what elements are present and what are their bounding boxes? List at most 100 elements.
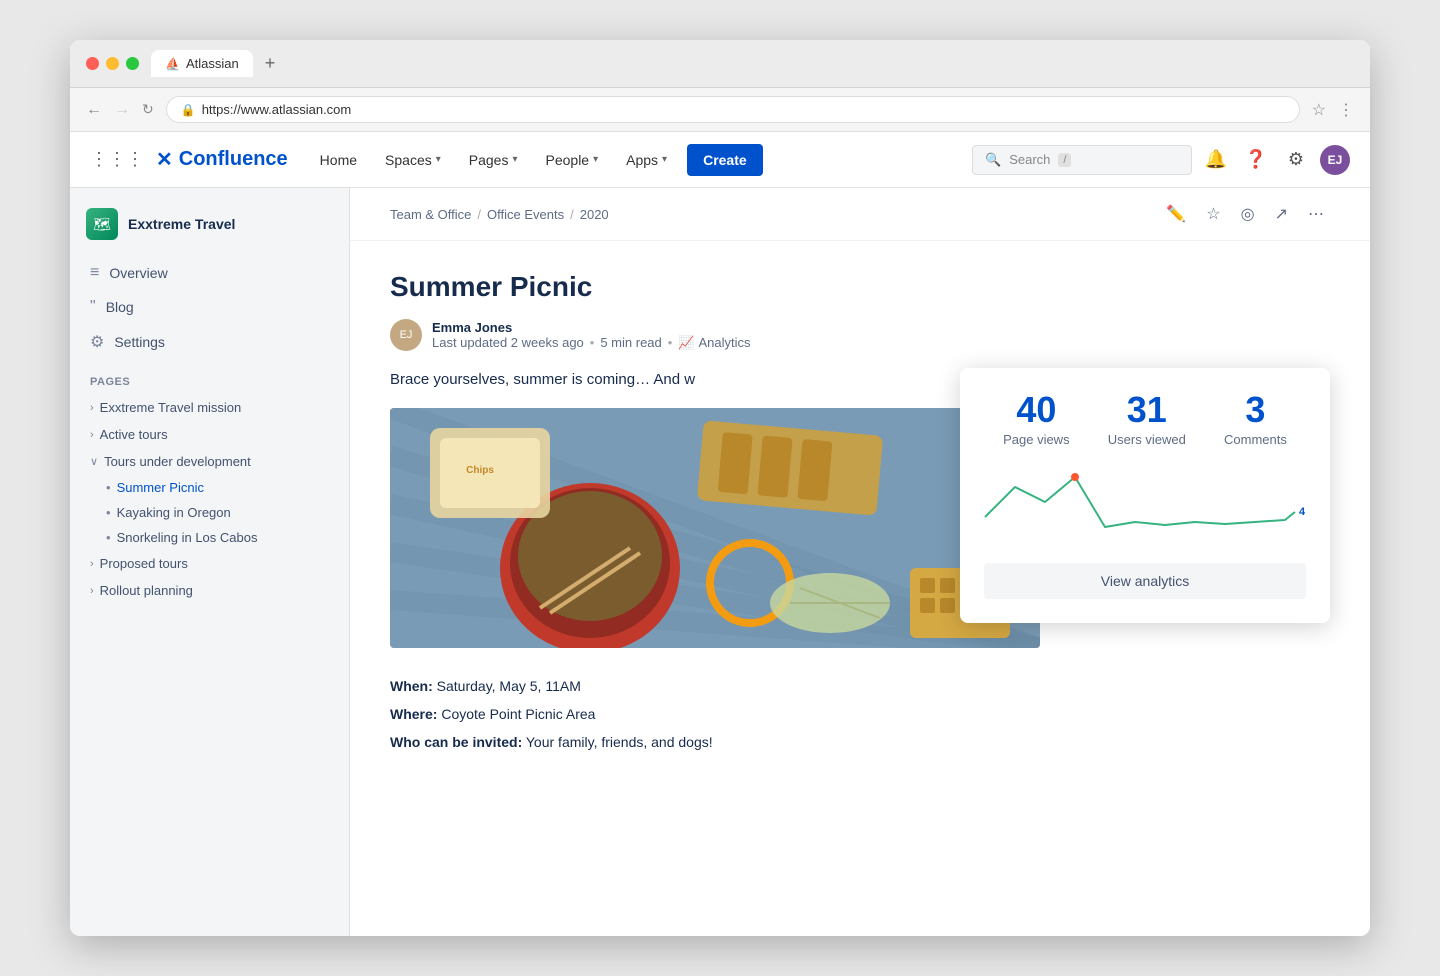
spaces-chevron-icon: ▾ <box>436 154 441 165</box>
nav-item-pages[interactable]: Pages ▾ <box>457 144 530 176</box>
share-button[interactable]: ↗ <box>1269 200 1294 228</box>
grid-icon[interactable]: ⋮⋮⋮ <box>90 149 144 170</box>
page-toolbar: Team & Office / Office Events / 2020 ✏️ … <box>350 188 1370 241</box>
breadcrumb-sep-1: / <box>477 207 481 222</box>
view-analytics-button[interactable]: View analytics <box>984 563 1306 599</box>
expand-under-dev-icon: ∨ <box>90 455 98 468</box>
settings-icon: ⚙ <box>90 332 104 352</box>
lock-icon: 🔒 <box>181 103 196 117</box>
sidebar-nav: ≡ Overview " Blog ⚙ Settings <box>70 256 349 360</box>
browser-more-button[interactable]: ⋮ <box>1338 100 1354 120</box>
breadcrumb: Team & Office / Office Events / 2020 <box>390 207 609 222</box>
when-label: When: <box>390 678 433 694</box>
sub-bullet-icon <box>106 530 111 545</box>
breadcrumb-office-events[interactable]: Office Events <box>487 207 564 222</box>
url-bar[interactable]: 🔒 https://www.atlassian.com <box>166 96 1300 123</box>
watch-button[interactable]: ◎ <box>1235 200 1261 228</box>
sub-page-snorkeling[interactable]: Snorkeling in Los Cabos <box>70 525 349 550</box>
people-chevron-icon: ▾ <box>593 154 598 165</box>
back-button[interactable]: ← <box>86 101 102 119</box>
stat-page-views: 40 Page views <box>1003 392 1069 447</box>
who-value: Your family, friends, and dogs! <box>526 734 713 750</box>
nav-item-apps[interactable]: Apps ▾ <box>614 144 679 176</box>
sub-page-label: Snorkeling in Los Cabos <box>117 530 258 545</box>
user-avatar[interactable]: EJ <box>1320 145 1350 175</box>
page-label: Rollout planning <box>100 583 193 598</box>
read-time: 5 min read <box>600 335 661 350</box>
page-tree-item-rollout[interactable]: Rollout planning <box>70 577 349 604</box>
meta-sep-1: • <box>590 335 595 350</box>
author-avatar: EJ <box>390 319 422 351</box>
stat-users-viewed: 31 Users viewed <box>1108 392 1186 447</box>
svg-text:Chips: Chips <box>466 465 494 476</box>
search-placeholder: Search <box>1009 152 1050 167</box>
breadcrumb-2020[interactable]: 2020 <box>580 207 609 222</box>
url-text: https://www.atlassian.com <box>202 102 352 117</box>
search-icon: 🔍 <box>985 152 1001 168</box>
settings-button[interactable]: ⚙ <box>1280 144 1312 176</box>
analytics-link[interactable]: 📈 Analytics <box>678 335 750 351</box>
active-tab[interactable]: ⛵ Atlassian <box>151 50 253 77</box>
sub-page-label: Kayaking in Oregon <box>117 505 231 520</box>
nav-item-home[interactable]: Home <box>308 144 369 176</box>
users-viewed-number: 31 <box>1108 392 1186 428</box>
sidebar-item-overview[interactable]: ≡ Overview <box>70 256 349 290</box>
space-header: 🗺 Exxtreme Travel <box>70 208 349 256</box>
analytics-popup: 40 Page views 31 Users viewed 3 Comments <box>960 368 1330 623</box>
forward-button[interactable]: → <box>114 101 130 119</box>
address-bar: ← → ↻ 🔒 https://www.atlassian.com ☆ ⋮ <box>70 88 1370 132</box>
breadcrumb-team-office[interactable]: Team & Office <box>390 207 471 222</box>
comments-number: 3 <box>1224 392 1287 428</box>
bookmark-button[interactable]: ☆ <box>1312 100 1326 120</box>
main-layout: 🗺 Exxtreme Travel ≡ Overview " Blog ⚙ Se… <box>70 188 1370 936</box>
more-actions-button[interactable]: ⋯ <box>1302 200 1330 228</box>
page-tree-item-proposed[interactable]: Proposed tours <box>70 550 349 577</box>
author-meta: Last updated 2 weeks ago • 5 min read • … <box>432 335 751 351</box>
last-updated: Last updated 2 weeks ago <box>432 335 584 350</box>
new-tab-button[interactable]: + <box>261 53 280 74</box>
svg-text:4: 4 <box>1299 506 1306 518</box>
reload-button[interactable]: ↻ <box>142 101 154 118</box>
page-tree-item-mission[interactable]: Exxtreme Travel mission <box>70 394 349 421</box>
settings-label: Settings <box>114 334 165 350</box>
notifications-button[interactable]: 🔔 <box>1200 144 1232 176</box>
nav-item-people[interactable]: People ▾ <box>534 144 611 176</box>
page-tree-item-under-dev[interactable]: ∨ Tours under development <box>70 448 349 475</box>
create-button[interactable]: Create <box>687 144 763 176</box>
edit-button[interactable]: ✏️ <box>1160 200 1192 228</box>
sub-page-kayaking[interactable]: Kayaking in Oregon <box>70 500 349 525</box>
page-title: Summer Picnic <box>390 271 1170 303</box>
atlassian-tab-icon: ⛵ <box>165 57 180 71</box>
close-button[interactable] <box>86 57 99 70</box>
sidebar-item-blog[interactable]: " Blog <box>70 290 349 324</box>
content-area: Team & Office / Office Events / 2020 ✏️ … <box>350 188 1370 936</box>
confluence-logo[interactable]: ✕ Confluence <box>156 147 288 172</box>
star-button[interactable]: ☆ <box>1200 200 1226 228</box>
nav-item-spaces[interactable]: Spaces ▾ <box>373 144 453 176</box>
stat-comments: 3 Comments <box>1224 392 1287 447</box>
minimize-button[interactable] <box>106 57 119 70</box>
traffic-lights <box>86 57 139 70</box>
page-image: Chips <box>390 408 1040 648</box>
breadcrumb-sep-2: / <box>570 207 574 222</box>
expand-proposed-icon <box>90 558 94 570</box>
blog-label: Blog <box>106 299 134 315</box>
where-label: Where: <box>390 706 437 722</box>
where-value: Coyote Point Picnic Area <box>441 706 595 722</box>
sub-page-summer-picnic[interactable]: Summer Picnic <box>70 475 349 500</box>
blog-icon: " <box>90 298 96 316</box>
page-label: Exxtreme Travel mission <box>100 400 242 415</box>
overview-label: Overview <box>109 265 167 281</box>
page-details: When: Saturday, May 5, 11AM Where: Coyot… <box>390 672 1170 756</box>
page-tree-item-active-tours[interactable]: Active tours <box>70 421 349 448</box>
help-button[interactable]: ❓ <box>1240 144 1272 176</box>
search-shortcut: / <box>1058 153 1071 167</box>
pages-chevron-icon: ▾ <box>512 154 517 165</box>
confluence-navbar: ⋮⋮⋮ ✕ Confluence Home Spaces ▾ Pages ▾ P… <box>70 132 1370 188</box>
tab-bar: ⛵ Atlassian + <box>151 50 1354 77</box>
maximize-button[interactable] <box>126 57 139 70</box>
overview-icon: ≡ <box>90 264 99 282</box>
author-name: Emma Jones <box>432 320 751 335</box>
sidebar-item-settings[interactable]: ⚙ Settings <box>70 324 349 360</box>
search-bar[interactable]: 🔍 Search / <box>972 145 1192 175</box>
